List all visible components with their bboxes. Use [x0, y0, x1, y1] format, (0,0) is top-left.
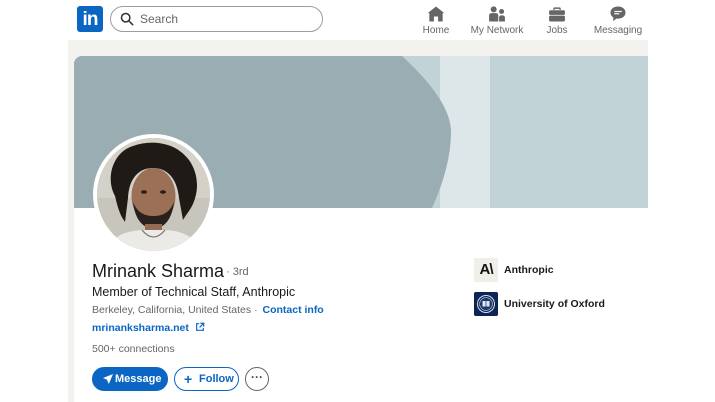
website-link-text: mrinanksharma.net — [92, 322, 189, 334]
nav-item-home[interactable]: Home — [418, 4, 454, 38]
chat-icon — [610, 6, 626, 22]
location-row: Berkeley, California, United States · Co… — [92, 303, 324, 317]
more-actions-button[interactable]: ··· — [245, 367, 269, 391]
separator-dot: · — [254, 304, 258, 316]
profile-location: Berkeley, California, United States — [92, 304, 252, 316]
search-bar[interactable] — [110, 6, 323, 32]
website-link[interactable]: mrinanksharma.net — [92, 321, 205, 335]
top-navigation-bar: in Home My Network Jobs — [0, 0, 715, 40]
connection-degree: · 3rd — [226, 266, 249, 278]
person-portrait — [97, 138, 210, 251]
follow-button-label: Follow — [199, 373, 234, 385]
profile-headline: Member of Technical Staff, Anthropic — [92, 285, 296, 299]
people-icon — [489, 6, 505, 22]
nav-item-label: Home — [422, 25, 450, 36]
profile-name: Mrinank Sharma · 3rd — [92, 260, 249, 283]
send-icon — [103, 374, 113, 384]
nav-item-label: Messaging — [593, 25, 643, 36]
profile-card: Mrinank Sharma · 3rd Member of Technical … — [74, 56, 648, 402]
message-button-label: Message — [115, 373, 162, 385]
profile-name-text: Mrinank Sharma — [92, 261, 225, 281]
company-name: Anthropic — [504, 264, 554, 276]
school-name: University of Oxford — [504, 298, 605, 310]
plus-icon: + — [184, 371, 193, 387]
home-icon — [427, 6, 445, 22]
nav-item-label: My Network — [470, 25, 524, 36]
briefcase-icon — [549, 7, 565, 22]
search-icon — [120, 12, 134, 26]
nav-item-jobs[interactable]: Jobs — [540, 4, 574, 38]
follow-button[interactable]: + Follow — [174, 367, 239, 391]
search-input[interactable] — [140, 10, 310, 28]
anthropic-logo-icon: A\ — [474, 258, 498, 282]
nav-item-my-network[interactable]: My Network — [466, 4, 528, 38]
contact-info-link[interactable]: Contact info — [262, 304, 323, 316]
nav-item-label: Jobs — [546, 25, 568, 36]
external-link-icon — [195, 322, 205, 331]
connections-count: 500+ connections — [92, 343, 175, 355]
message-button[interactable]: Message — [92, 367, 168, 391]
profile-photo[interactable] — [93, 134, 214, 255]
nav-item-messaging[interactable]: Messaging — [590, 4, 646, 38]
oxford-crest-icon — [474, 292, 498, 316]
linkedin-logo-icon[interactable]: in — [77, 6, 103, 32]
more-icon: ··· — [251, 370, 263, 384]
